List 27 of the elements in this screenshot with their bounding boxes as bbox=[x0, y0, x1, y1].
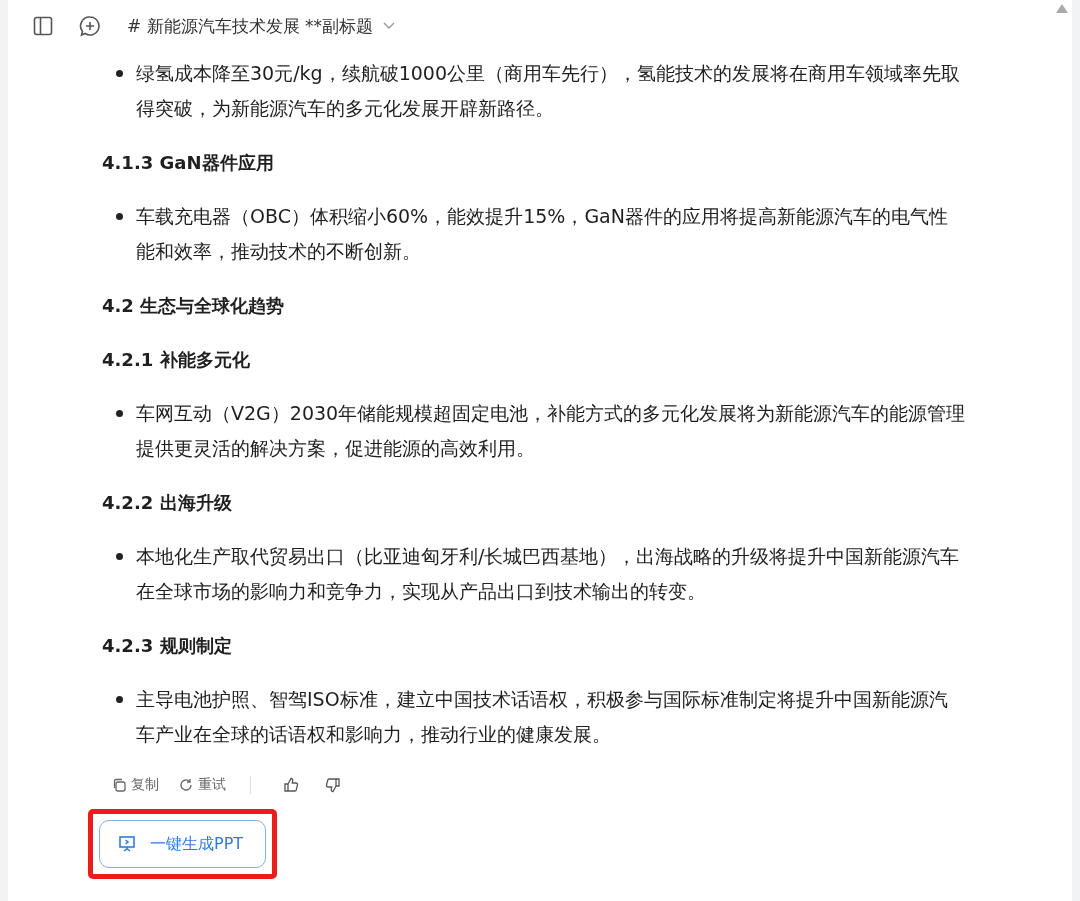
chevron-down-icon[interactable] bbox=[383, 22, 396, 30]
bullet-text: 绿氢成本降至30元/kg，续航破1000公里（商用车先行），氢能技术的发展将在商用车领域率先取得突破，为新能源汽车的多元化发展开辟新路径。 bbox=[136, 61, 961, 121]
thumbs-down-icon[interactable] bbox=[325, 777, 341, 793]
thumbs-up-icon[interactable] bbox=[283, 777, 299, 793]
refresh-icon bbox=[179, 778, 193, 792]
sidebar-toggle-icon[interactable] bbox=[33, 16, 53, 36]
generate-ppt-button[interactable]: 一键生成PPT bbox=[99, 820, 267, 868]
retry-button[interactable]: 重试 bbox=[179, 776, 226, 794]
bullet-text: 车载充电器（OBC）体积缩小60%，能效提升15%，GaN器件的应用将提高新能源汽车的电气性能和效率，推动技术的不断创新。 bbox=[136, 204, 949, 264]
copy-button[interactable]: 复制 bbox=[112, 776, 159, 794]
section-heading: 4.2.3 规则制定 bbox=[102, 634, 233, 658]
bullet-text: 本地化生产取代贸易出口（比亚迪匈牙利/长城巴西基地），出海战略的升级将提升中国新能源汽车在全球市场的影响力和竞争力，实现从产品出口到技术输出的转变。 bbox=[136, 544, 961, 604]
copy-icon bbox=[112, 778, 126, 792]
section-heading: 4.2.2 出海升级 bbox=[102, 491, 233, 515]
bullet-icon bbox=[116, 553, 123, 560]
new-chat-icon[interactable] bbox=[79, 15, 101, 37]
bullet-icon bbox=[116, 696, 123, 703]
bullet-text: 车网互动（V2G）2030年储能规模超固定电池，补能方式的多元化发展将为新能源汽车的能源管理提供更灵活的解决方案，促进能源的高效利用。 bbox=[136, 401, 966, 461]
section-heading: 4.2.1 补能多元化 bbox=[102, 348, 251, 372]
section-heading: 4.2 生态与全球化趋势 bbox=[102, 294, 286, 318]
section-heading: 4.1.3 GaN器件应用 bbox=[102, 151, 275, 175]
presentation-icon bbox=[118, 835, 136, 853]
bullet-icon bbox=[116, 70, 123, 77]
document-title[interactable]: # 新能源汽车技术发展 **副标题 bbox=[127, 14, 374, 38]
bullet-icon bbox=[116, 213, 123, 220]
bullet-text: 主导电池护照、智驾ISO标准，建立中国技术话语权，积极参与国际标准制定将提升中国新能源汽车产业在全球的话语权和影响力，推动行业的健康发展。 bbox=[136, 687, 949, 747]
bullet-icon bbox=[116, 410, 123, 417]
